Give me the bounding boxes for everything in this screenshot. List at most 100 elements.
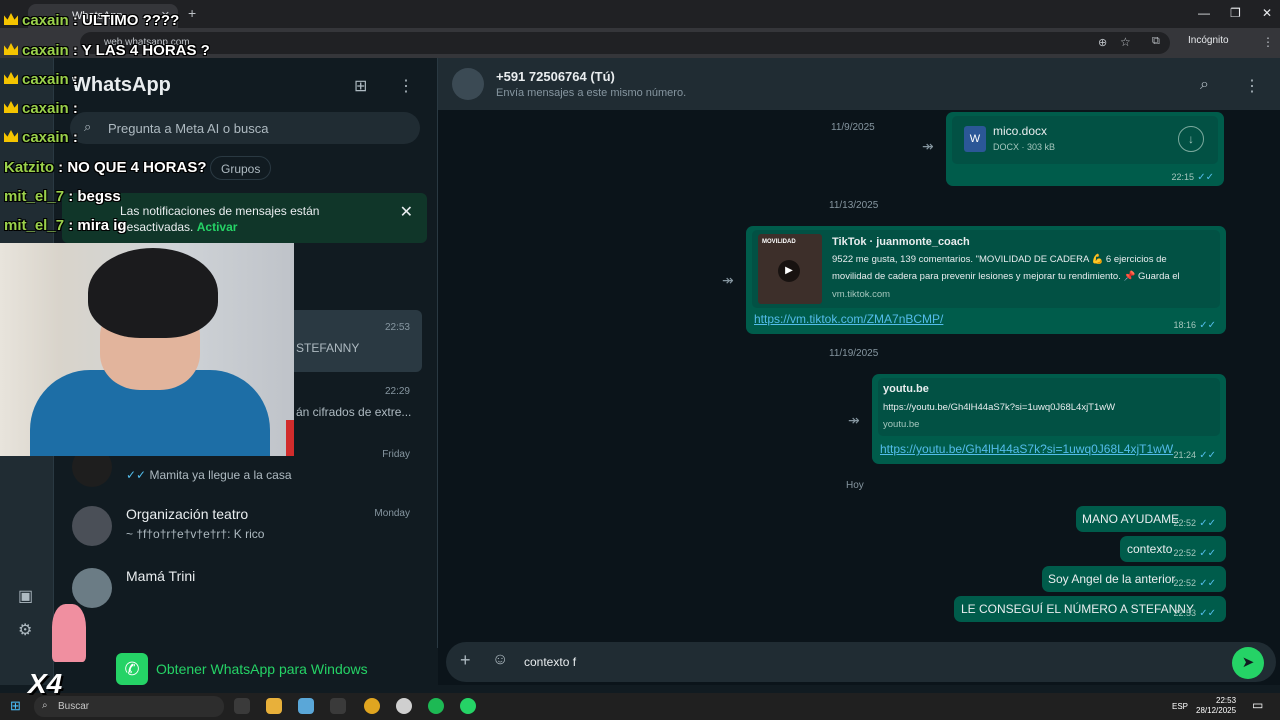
chat-message: : begss (68, 188, 121, 205)
message-time: 22:53 (1173, 608, 1196, 618)
minimize-icon[interactable]: — (1198, 6, 1210, 20)
new-chat-icon[interactable]: ⊞ (354, 76, 367, 96)
overlay-chat-line: caxain : Y LAS 4 HORAS ? (4, 42, 210, 59)
streamer-hair (88, 248, 218, 338)
link-preview-card[interactable]: MOVILIDAD ▶ TikTok · juanmonte_coach 952… (752, 230, 1220, 308)
play-icon[interactable]: ▶ (778, 260, 800, 282)
multiplier-badge: X4 (28, 668, 63, 699)
forward-icon[interactable]: ↠ (922, 138, 934, 155)
menu-dots-icon[interactable]: ⋮ (398, 76, 414, 96)
chat-item[interactable]: Mamá Trini (62, 558, 422, 620)
message-text: Soy Angel de la anterior (1048, 572, 1176, 586)
close-icon[interactable]: ✕ (400, 205, 413, 221)
crown-icon (4, 13, 18, 25)
message-bubble[interactable]: Soy Angel de la anterior 22:52 ✓✓ (1042, 566, 1226, 592)
spotify-icon[interactable] (428, 698, 444, 714)
message-bubble[interactable]: LE CONSEGUÍ EL NÚMERO A STEFANNY 22:53 ✓… (954, 596, 1226, 622)
windows-start-icon[interactable]: ⊞ (10, 698, 21, 714)
chat-message: : ULTIMO ???? (72, 12, 180, 29)
taskbar-search[interactable]: ⌕ Buscar (34, 696, 224, 717)
message-time: 21:24 (1173, 450, 1196, 460)
attach-plus-icon[interactable]: + (460, 650, 471, 671)
new-tab-icon[interactable]: + (188, 5, 196, 21)
filter-chip-label: Grupos (221, 162, 261, 176)
menu-dots-icon[interactable]: ⋮ (1244, 76, 1260, 96)
crown-icon (4, 43, 18, 55)
chat-preview: ✓✓ Mamita ya llegue a la casa (126, 468, 292, 482)
zoom-icon[interactable]: ⊕ (1098, 36, 1107, 49)
message-time: 18:16 (1173, 320, 1196, 330)
clock-time: 22:53 (1216, 696, 1237, 705)
conversation-header[interactable] (438, 58, 1280, 110)
starfish-mascot (52, 604, 86, 662)
thumbnail-caption: MOVILIDAD (762, 239, 796, 245)
message-link[interactable]: https://youtu.be/Gh4lH44aS7k?si=1uwq0J68… (880, 442, 1173, 456)
activate-link[interactable]: Activar (197, 220, 238, 234)
browser-menu-icon[interactable]: ⋮ (1262, 35, 1274, 49)
window-close-icon[interactable]: ✕ (1262, 6, 1272, 20)
get-app-label[interactable]: Obtener WhatsApp para Windows (156, 661, 368, 677)
chat-username: caxain (22, 129, 69, 146)
chat-message: : (72, 100, 78, 117)
read-check-icon: ✓✓ (1197, 172, 1214, 183)
message-bubble-file[interactable]: W mico.docx DOCX · 303 kB ↓ 22:15 ✓✓ (946, 112, 1224, 186)
url-field[interactable]: web.whatsapp.com (80, 32, 1170, 54)
message-link[interactable]: https://vm.tiktok.com/ZMA7nBCMP/ (754, 312, 943, 326)
link-preview-card[interactable]: youtu.be https://youtu.be/Gh4lH44aS7k?si… (878, 378, 1220, 436)
obs-icon[interactable] (396, 698, 412, 714)
overlay-chat-line: caxain : (4, 100, 78, 117)
maximize-icon[interactable]: ❐ (1230, 6, 1241, 20)
task-view-icon[interactable] (234, 698, 250, 714)
chat-time: Friday (382, 449, 410, 460)
search-icon: ⌕ (84, 119, 92, 134)
avatar (72, 568, 112, 608)
language-indicator[interactable]: ESP (1172, 702, 1188, 711)
contact-subtitle: Envía mensajes a este mismo número. (496, 87, 687, 99)
message-time: 22:52 (1173, 548, 1196, 558)
message-bubble-link-preview[interactable]: youtu.be https://youtu.be/Gh4lH44aS7k?si… (872, 374, 1226, 464)
app-icon[interactable] (330, 698, 346, 714)
sticker-icon[interactable]: ☺ (492, 651, 508, 669)
forward-icon[interactable]: ↠ (722, 272, 734, 289)
file-name: mico.docx (993, 124, 1048, 138)
chat-message: : (72, 129, 78, 146)
search-placeholder: Pregunta a Meta AI o busca (108, 121, 269, 136)
chat-item[interactable]: Organización teatro Monday ~ †f†o†r†e†v†… (62, 496, 422, 558)
search-icon[interactable]: ⌕ (1200, 76, 1209, 94)
file-attachment[interactable]: W mico.docx DOCX · 303 kB ↓ (952, 116, 1218, 164)
whatsapp-logo-icon: ✆ (116, 653, 148, 685)
chat-username: mit_el_7 (4, 188, 65, 205)
read-check-icon: ✓✓ (126, 468, 150, 482)
overlay-chat-line: Katzito : NO QUE 4 HORAS? (4, 159, 207, 176)
bookmark-star-icon[interactable]: ☆ (1120, 35, 1131, 49)
file-explorer-icon[interactable] (266, 698, 282, 714)
search-input[interactable]: ⌕ Pregunta a Meta AI o busca (70, 112, 420, 144)
extension-icon[interactable]: ⧉ (1152, 35, 1160, 48)
system-clock[interactable]: 22:53 28/12/2025 (1196, 696, 1236, 716)
notifications-icon[interactable]: ▭ (1252, 698, 1263, 712)
message-bubble[interactable]: MANO AYUDAME 22:52 ✓✓ (1076, 506, 1226, 532)
send-icon[interactable]: ➤ (1232, 647, 1264, 679)
chat-username: mit_el_7 (4, 217, 65, 234)
media-icon[interactable]: ▣ (18, 586, 33, 606)
message-input[interactable]: contexto f (524, 655, 576, 669)
chat-username: Katzito (4, 159, 54, 176)
app-icon[interactable] (298, 698, 314, 714)
chat-name: Organización teatro (126, 506, 249, 522)
chrome-icon[interactable] (364, 698, 380, 714)
message-bubble[interactable]: contexto 22:52 ✓✓ (1120, 536, 1226, 562)
link-title: youtu.be (883, 383, 929, 395)
chat-preview: ~ †f†o†r†e†v†e†r†: K rico (126, 527, 265, 541)
incognito-badge[interactable]: Incógnito (1188, 35, 1229, 46)
date-separator: Hoy (846, 480, 864, 491)
contact-name[interactable]: +591 72506764 (Tú) (496, 69, 615, 84)
filter-chip-groups[interactable]: Grupos (210, 156, 272, 180)
download-icon[interactable]: ↓ (1178, 126, 1204, 152)
taskbar-search-label: Buscar (58, 701, 90, 712)
forward-icon[interactable]: ↠ (848, 412, 860, 429)
contact-avatar[interactable] (452, 68, 484, 100)
settings-gear-icon[interactable]: ⚙ (18, 620, 32, 640)
whatsapp-taskbar-icon[interactable] (460, 698, 476, 714)
chat-username: caxain (22, 71, 69, 88)
message-bubble-link-preview[interactable]: MOVILIDAD ▶ TikTok · juanmonte_coach 952… (746, 226, 1226, 334)
